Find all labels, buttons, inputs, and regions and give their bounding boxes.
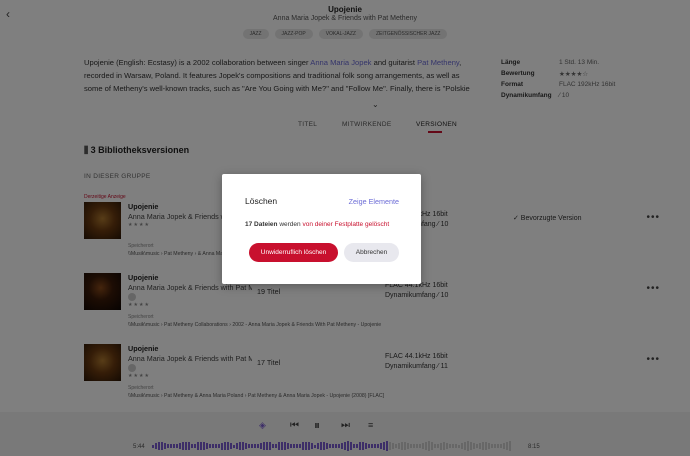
dialog-title: Löschen <box>245 196 278 206</box>
cancel-button[interactable]: Abbrechen <box>344 243 399 262</box>
delete-dialog: Löschen Zeige Elemente 17 Dateien werden… <box>222 174 421 284</box>
message-warning: von deiner Festplatte gelöscht <box>302 221 390 228</box>
delete-permanently-button[interactable]: Unwiderruflich löschen <box>249 243 338 262</box>
show-items-link[interactable]: Zeige Elemente <box>349 197 399 206</box>
file-count: 17 Dateien <box>245 221 278 228</box>
dialog-message: 17 Dateien werden von deiner Festplatte … <box>245 221 389 228</box>
message-text: werden <box>277 221 303 228</box>
app-window: ‹ Upojenie Anna Maria Jopek & Friends wi… <box>0 0 690 456</box>
